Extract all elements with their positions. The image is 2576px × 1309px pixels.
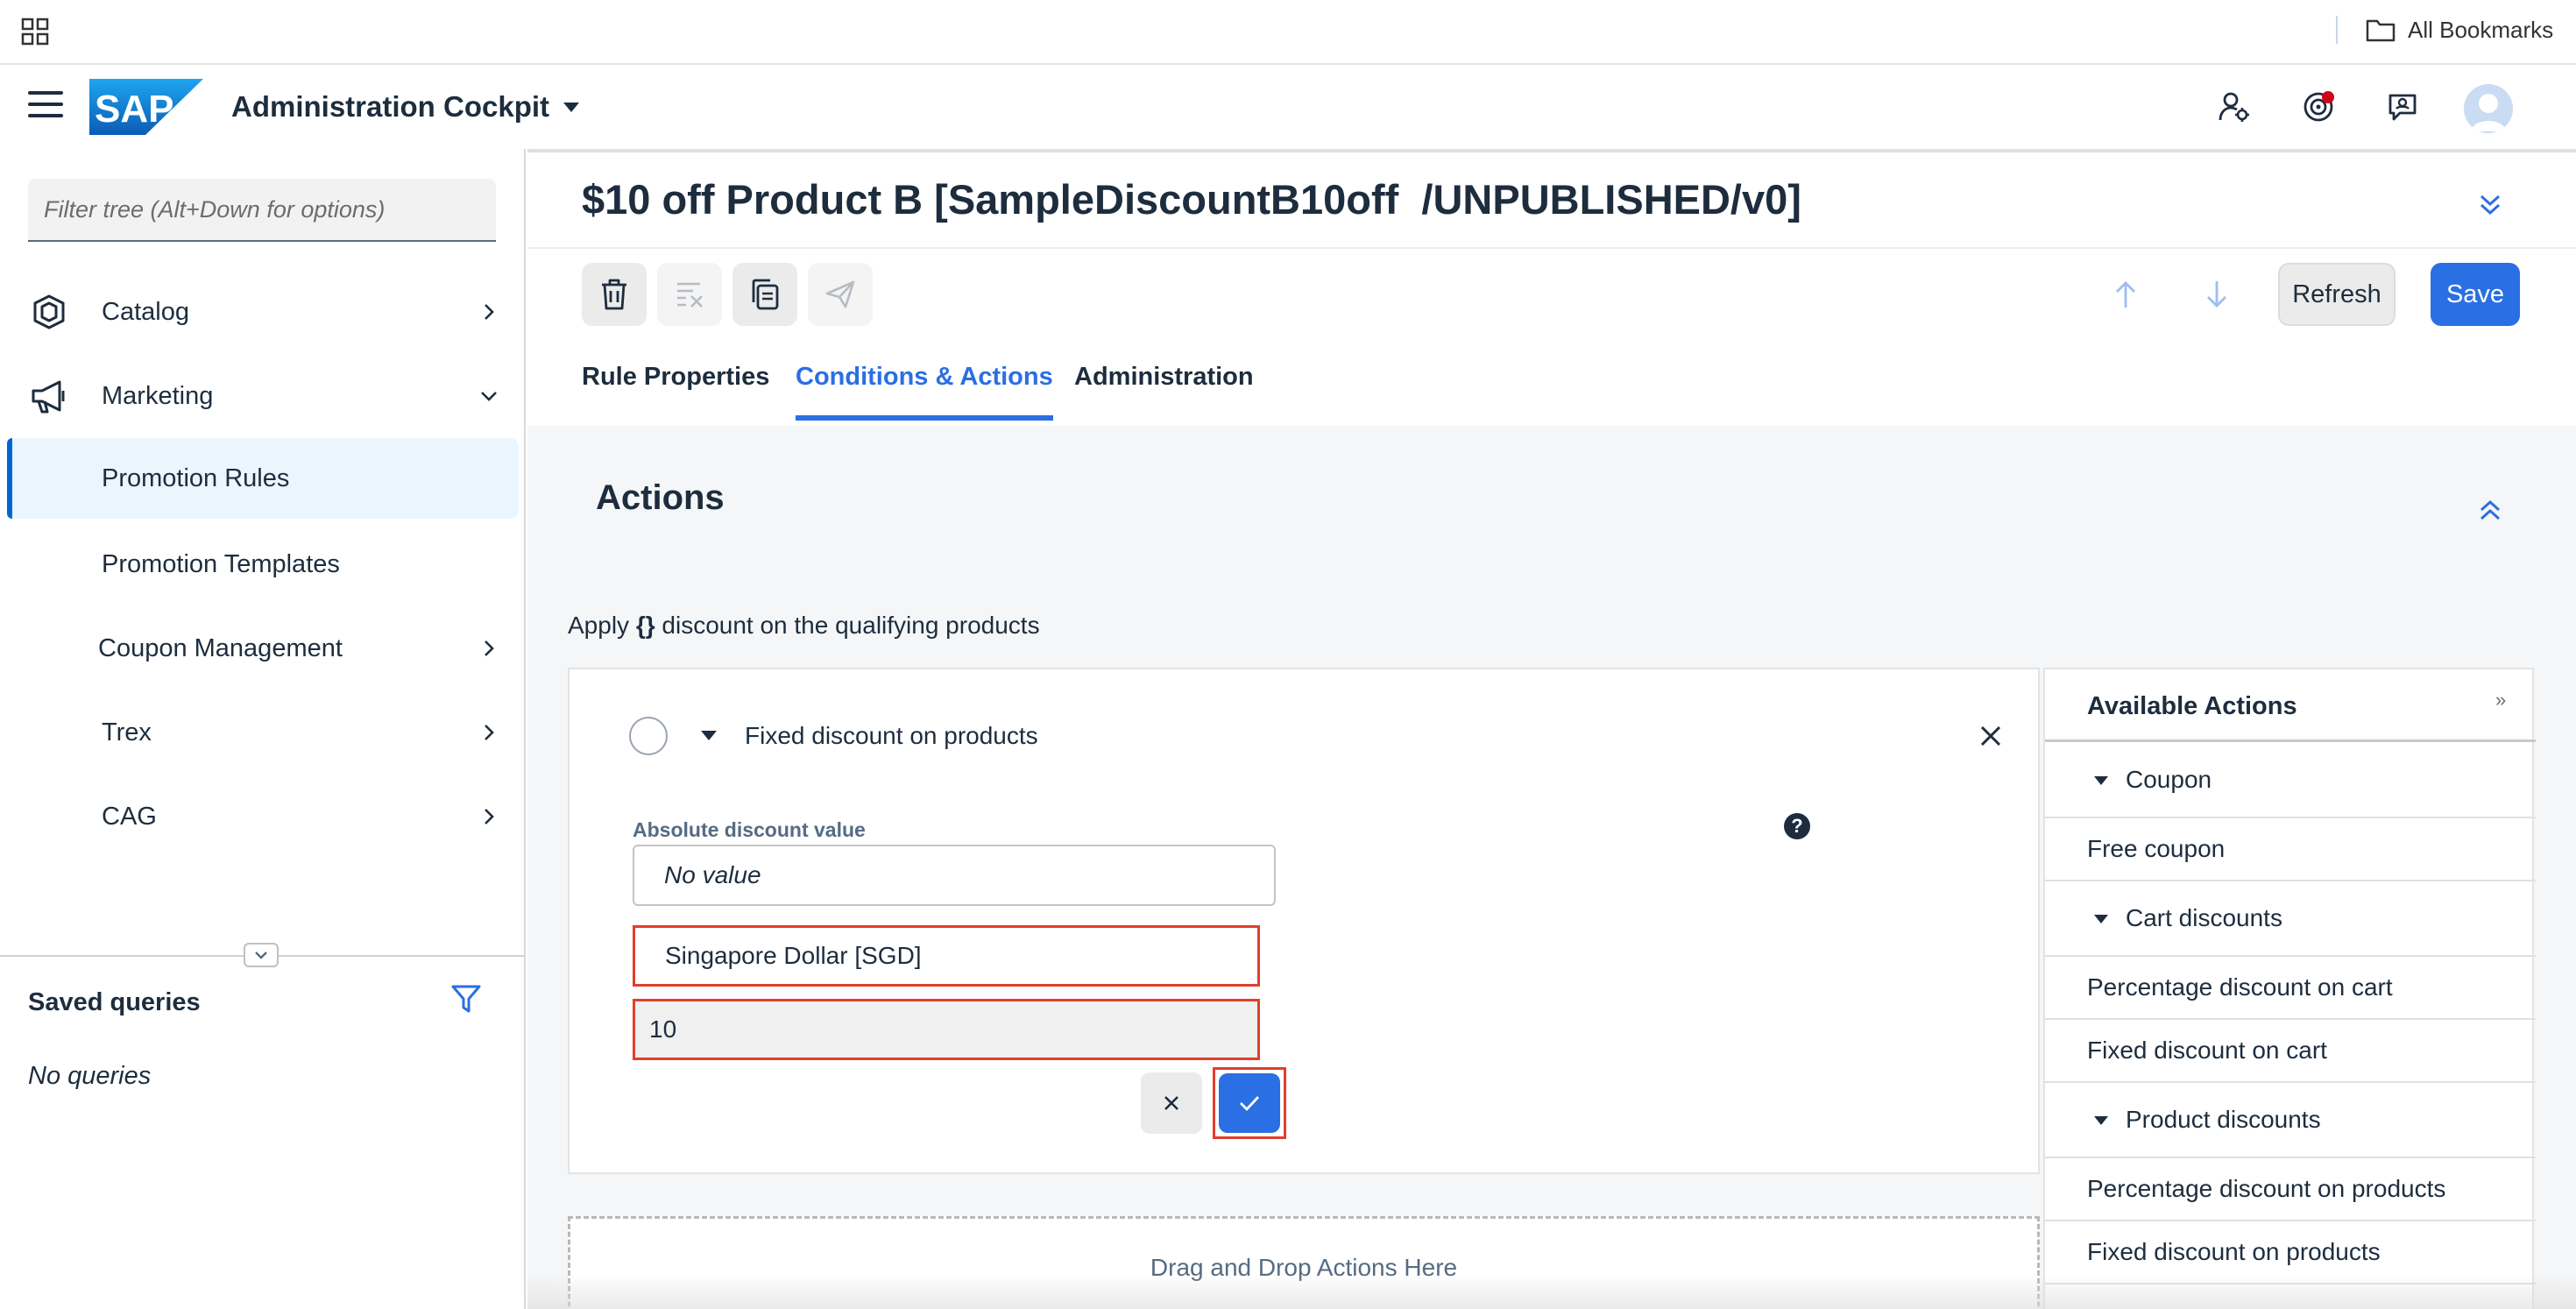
tab-conditions-actions[interactable]: Conditions & Actions — [796, 363, 1053, 421]
splitter-handle[interactable] — [244, 943, 279, 967]
action-card: Fixed discount on products Absolute disc… — [568, 668, 2040, 1174]
no-queries-text: No queries — [28, 1062, 152, 1090]
publish-button[interactable] — [808, 263, 873, 326]
action-group-coupon[interactable]: Coupon — [2045, 739, 2536, 817]
close-icon[interactable] — [1975, 720, 2006, 752]
clear-button[interactable] — [657, 263, 722, 326]
available-actions-panel: Available Actions » Coupon Free coupon C… — [2043, 668, 2536, 1309]
paper-plane-icon — [825, 280, 855, 308]
sidebar-item-promotion-templates[interactable]: Promotion Templates — [0, 524, 526, 605]
sap-logo: SAP — [89, 79, 203, 135]
user-settings-icon[interactable] — [2213, 86, 2255, 128]
sidebar-item-label: Marketing — [102, 381, 214, 410]
delete-button[interactable] — [582, 263, 647, 326]
main-content: $10 off Product B [SampleDiscountB10off … — [527, 149, 2576, 1309]
double-chevron-right-icon[interactable]: » — [2495, 689, 2506, 711]
actions-section-title: Actions — [596, 478, 725, 517]
arrow-down-icon — [2207, 281, 2226, 308]
confirm-highlight — [1213, 1067, 1286, 1139]
tab-administration[interactable]: Administration — [1074, 363, 1254, 421]
bookmark-divider — [2336, 16, 2338, 44]
sidebar-item-marketing[interactable]: Marketing — [0, 356, 526, 436]
sidebar-item-label: Promotion Templates — [102, 549, 340, 578]
shell-bar: SAP Administration Cockpit — [0, 67, 2576, 147]
notification-badge — [2322, 91, 2334, 103]
folder-icon — [2366, 19, 2396, 42]
copy-icon — [752, 279, 779, 310]
double-chevron-up-icon[interactable] — [2473, 492, 2508, 527]
cancel-button[interactable] — [1141, 1072, 1202, 1134]
app-title: Administration Cockpit — [231, 90, 550, 123]
joule-chat-icon[interactable] — [2381, 86, 2424, 128]
chevron-right-icon — [485, 725, 494, 740]
apps-grid-icon[interactable] — [21, 18, 49, 46]
action-group-product-discounts[interactable]: Product discounts — [2045, 1081, 2536, 1157]
saved-queries-title: Saved queries — [28, 988, 201, 1016]
sidebar-item-coupon-management[interactable]: Coupon Management — [0, 608, 526, 689]
copy-button[interactable] — [732, 263, 797, 326]
all-bookmarks-label: All Bookmarks — [2408, 16, 2554, 43]
save-button[interactable]: Save — [2431, 263, 2520, 326]
action-item-fixed-cart[interactable]: Fixed discount on cart — [2045, 1018, 2536, 1081]
catalog-icon — [33, 294, 65, 329]
sidebar-item-catalog[interactable]: Catalog — [0, 272, 526, 352]
chevron-right-icon — [485, 640, 494, 656]
all-bookmarks-button[interactable]: All Bookmarks — [2366, 14, 2553, 46]
avatar[interactable] — [2464, 84, 2513, 133]
notifications-icon[interactable] — [2297, 86, 2339, 128]
action-select-radio[interactable] — [629, 717, 668, 755]
sidebar-item-trex[interactable]: Trex — [0, 692, 526, 773]
sidebar-item-promotion-rules[interactable]: Promotion Rules — [7, 438, 519, 519]
help-icon[interactable]: ? — [1784, 813, 1810, 839]
app-switcher[interactable]: Administration Cockpit — [231, 86, 580, 128]
chevron-right-icon — [485, 809, 494, 824]
tab-rule-properties[interactable]: Rule Properties — [582, 363, 769, 421]
sidebar-item-label: Catalog — [102, 297, 189, 326]
filter-tree-input[interactable]: Filter tree (Alt+Down for options) — [28, 179, 496, 242]
header-separator — [527, 247, 2576, 249]
bookmark-bar: All Bookmarks — [0, 0, 2576, 65]
sidebar-item-label: CAG — [102, 802, 157, 831]
megaphone-icon — [32, 380, 65, 414]
chevron-down-icon — [481, 392, 497, 401]
sap-logo-text: SAP — [95, 88, 173, 131]
object-header: $10 off Product B [SampleDiscountB10off … — [527, 149, 2576, 426]
filter-icon[interactable] — [449, 981, 484, 1016]
page-title: $10 off Product B [SampleDiscountB10off … — [582, 176, 1801, 223]
chevron-right-icon — [485, 304, 494, 320]
close-icon — [1164, 1096, 1178, 1110]
currency-select[interactable]: Singapore Dollar [SGD] — [633, 925, 1260, 987]
sidebar-item-label: Trex — [102, 718, 152, 746]
sidebar-item-label: Coupon Management — [98, 633, 343, 662]
move-up-button[interactable] — [2105, 273, 2147, 315]
sidebar: Filter tree (Alt+Down for options) Catal… — [0, 149, 526, 1309]
action-card-title: Fixed discount on products — [745, 722, 1038, 749]
discount-value-field[interactable]: No value — [633, 845, 1276, 906]
sidebar-item-label: Promotion Rules — [102, 463, 290, 492]
menu-icon[interactable] — [28, 91, 63, 123]
action-item-free-coupon[interactable]: Free coupon — [2045, 817, 2536, 880]
refresh-button[interactable]: Refresh — [2278, 263, 2396, 326]
checkmark-icon — [1240, 1096, 1260, 1112]
caret-down-icon — [563, 102, 580, 112]
chevron-down-icon — [255, 952, 267, 959]
action-group-cart-discounts[interactable]: Cart discounts — [2045, 880, 2536, 955]
trash-icon — [602, 279, 626, 310]
caret-down-icon[interactable] — [701, 731, 717, 740]
field-label: Absolute discount value — [633, 818, 866, 841]
sidebar-item-cag[interactable]: CAG — [0, 776, 526, 857]
clear-list-icon — [677, 282, 703, 308]
action-item-percentage-products[interactable]: Percentage discount on products — [2045, 1157, 2536, 1220]
move-down-button[interactable] — [2196, 273, 2238, 315]
available-actions-title: Available Actions — [2087, 692, 2297, 720]
action-summary: Apply {} discount on the qualifying prod… — [568, 612, 1040, 639]
amount-input[interactable]: 10 — [633, 999, 1260, 1060]
action-item-percentage-cart[interactable]: Percentage discount on cart — [2045, 955, 2536, 1018]
arrow-up-icon — [2116, 281, 2135, 308]
scroll-fade — [527, 1274, 2576, 1309]
double-chevron-down-icon[interactable] — [2473, 188, 2508, 223]
confirm-button[interactable] — [1219, 1073, 1280, 1133]
